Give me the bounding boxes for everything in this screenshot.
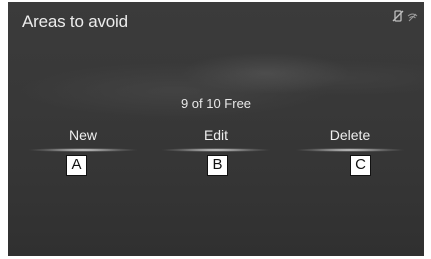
delete-button-label: Delete — [329, 127, 371, 143]
button-underline — [28, 148, 138, 152]
edit-button-label: Edit — [203, 127, 229, 143]
free-count-label: 9 of 10 Free — [180, 96, 252, 111]
new-button[interactable]: New — [28, 124, 138, 156]
button-underline — [161, 148, 271, 152]
new-button-label: New — [68, 127, 97, 143]
signal-icon — [407, 11, 418, 22]
callout-label-b: B — [207, 155, 228, 176]
display-screen: Areas to avoid 9 of 10 Free New Edit Del… — [8, 2, 424, 256]
status-bar — [392, 10, 418, 22]
phone-off-icon — [392, 10, 404, 22]
edit-button[interactable]: Edit — [161, 124, 271, 156]
callout-label-a: A — [66, 155, 87, 176]
delete-button[interactable]: Delete — [295, 124, 405, 156]
screen-title: Areas to avoid — [22, 12, 128, 31]
callout-label-c: C — [350, 155, 371, 176]
button-underline — [295, 148, 405, 152]
